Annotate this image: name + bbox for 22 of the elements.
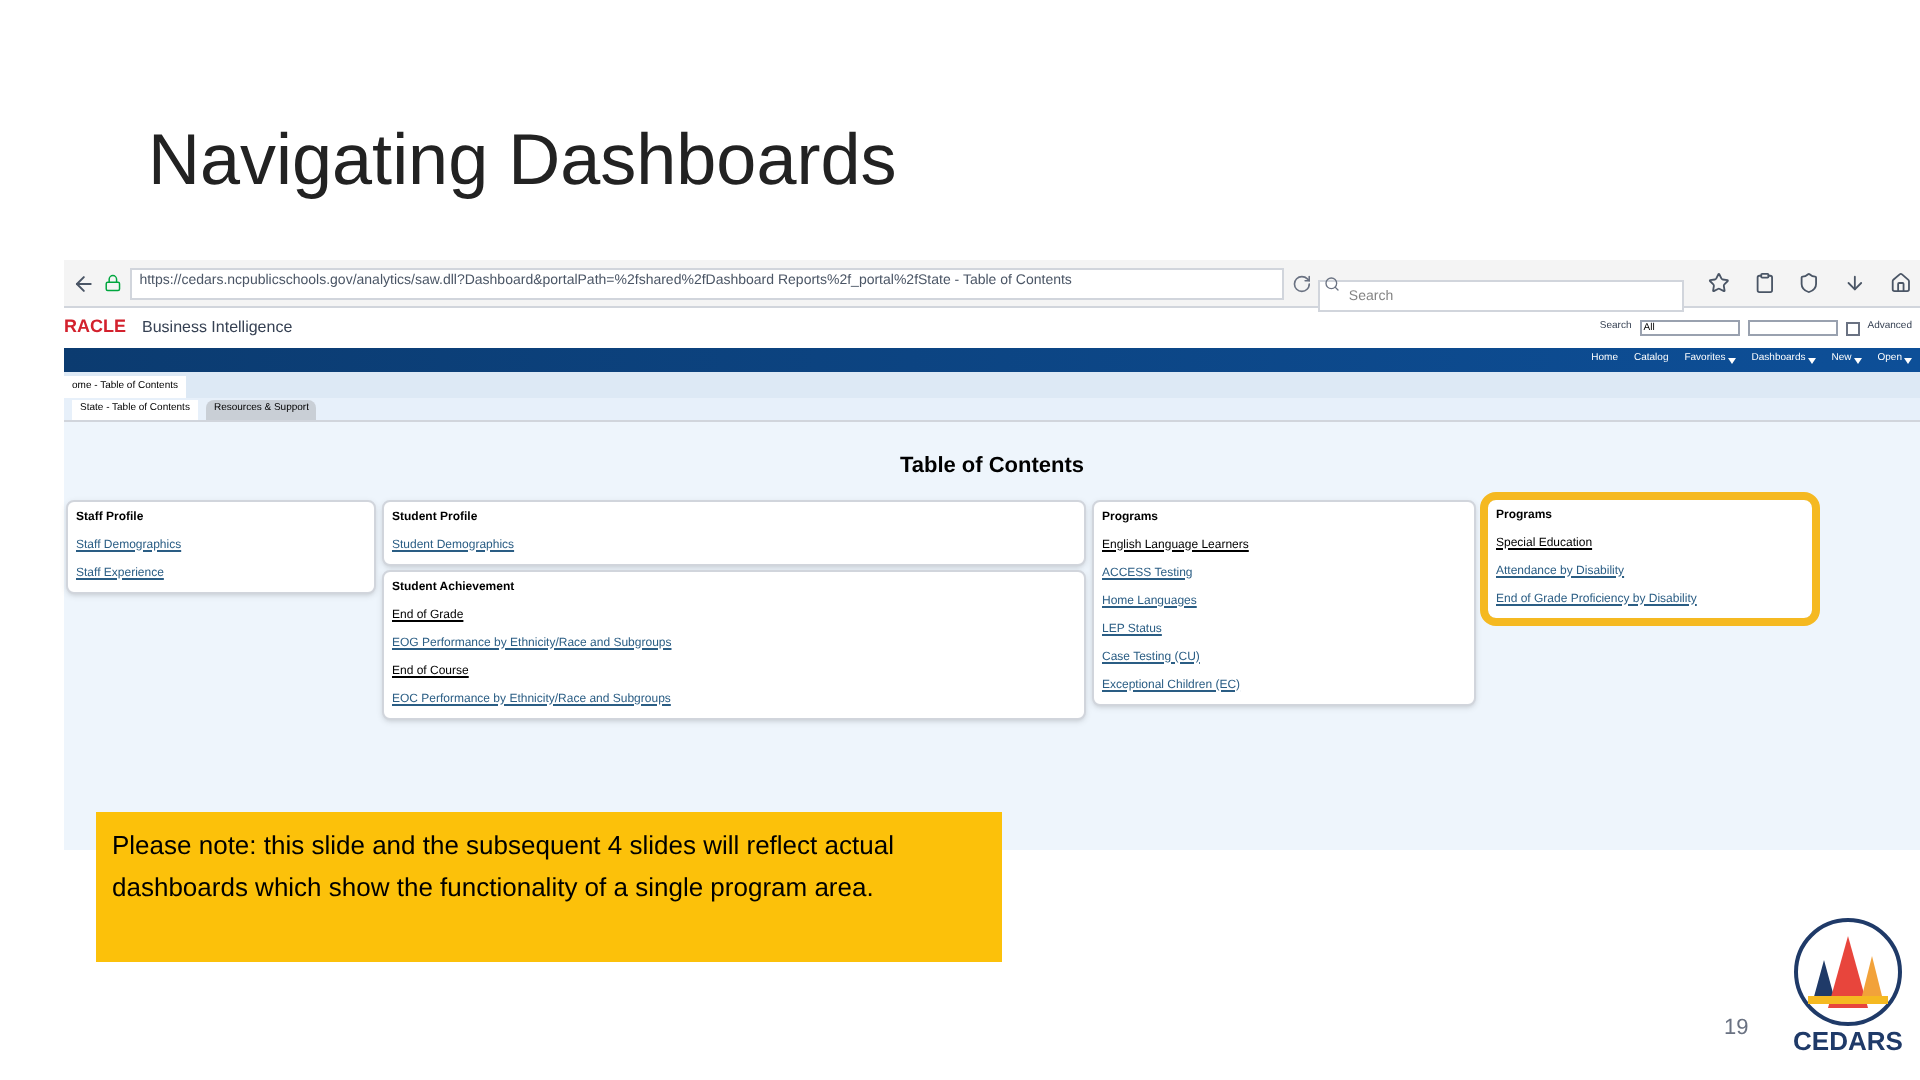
reload-icon[interactable] (1291, 273, 1311, 293)
shield-icon[interactable] (1798, 272, 1821, 294)
home-icon[interactable] (1890, 272, 1912, 294)
lock-icon (103, 274, 122, 292)
back-icon[interactable] (72, 271, 96, 295)
caret-icon (1727, 357, 1736, 363)
catalog-search-field[interactable] (1747, 320, 1838, 336)
caret-icon (1853, 357, 1862, 363)
slide-title: Navigating Dashboards (148, 116, 899, 204)
logo-wordmark: CEDARS (1793, 1028, 1903, 1056)
product-name: Business Intelligence (142, 316, 293, 340)
caret-icon (1807, 357, 1816, 363)
caret-icon (1904, 357, 1912, 363)
page-heading: Table of Contents (899, 452, 1085, 482)
oracle-logo: RACLE (64, 314, 126, 341)
star-icon[interactable] (1707, 272, 1730, 294)
search-icon (1324, 275, 1341, 291)
download-icon[interactable] (1844, 272, 1867, 294)
note-callout: Please note: this slide and the subsequent 4 slides will reflect actual dashboards which show the functionality of a single program area. (96, 812, 1002, 962)
trees-logo-icon (1792, 916, 1904, 1028)
page-number: 19 (1724, 1014, 1749, 1044)
clipboard-icon[interactable] (1753, 272, 1775, 294)
